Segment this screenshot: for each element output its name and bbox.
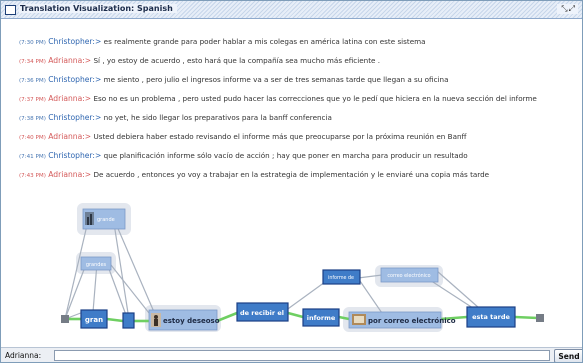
message-speaker: Christopher:> [48, 37, 102, 46]
message-time: (7:38 PM) [19, 116, 46, 122]
graph-node-por-correo[interactable]: por correo electrónico [348, 311, 456, 329]
message-text: Eso no es un problema , pero usted pudo … [93, 94, 537, 103]
message-speaker: Christopher:> [48, 151, 102, 160]
chat-message: (7:41 PM) Christopher:> que planificació… [19, 151, 468, 160]
node-label: informe [307, 314, 336, 322]
edge [108, 268, 127, 316]
chat-message: (7:37 PM) Adrianna:> Eso no es un proble… [19, 94, 537, 103]
chat-message: (7:40 PM) Adrianna:> Usted debiera haber… [19, 132, 466, 141]
node-label: por correo electrónico [368, 317, 456, 325]
grande-image-icon [85, 212, 94, 225]
chat-message: (7:43 PM) Adrianna:> De acuerdo , entonc… [19, 170, 489, 179]
edge [359, 280, 385, 317]
message-time: (7:30 PM) [19, 40, 46, 46]
message-text: es realmente grande para poder hablar a … [103, 37, 426, 46]
window-controls-icon[interactable]: ⤡⤢ [556, 4, 578, 14]
node-box [122, 312, 135, 329]
image-detail [154, 319, 158, 326]
edge [112, 216, 155, 313]
edge [112, 216, 129, 314]
graph-node-gran[interactable]: gran [80, 309, 108, 329]
graph-node-informe[interactable]: informe [302, 308, 340, 327]
graph-node-grande[interactable]: grande [82, 208, 126, 230]
graph-node-esta-tarde[interactable]: esta tarde [466, 306, 516, 328]
graph-node-de-recibir-el[interactable]: de recibir el [236, 302, 289, 322]
person-image-icon [151, 313, 161, 327]
edge [106, 317, 124, 323]
title-bar[interactable]: Translation Visualization: Spanish ⤡⤢ [1, 1, 582, 19]
translation-window: Translation Visualization: Spanish ⤡⤢ (7… [0, 0, 583, 363]
input-speaker-label: Adrianna: [5, 351, 42, 360]
message-speaker: Adrianna:> [48, 170, 92, 179]
message-time: (7:43 PM) [19, 173, 46, 179]
graph-node-grandes[interactable]: grandes [80, 256, 112, 271]
input-bar: Adrianna: Send [1, 347, 582, 362]
message-time: (7:37 PM) [19, 97, 46, 103]
node-label: de recibir el [240, 309, 284, 317]
node-label: grande [97, 217, 115, 223]
image-detail [87, 217, 89, 225]
message-time: (7:41 PM) [19, 154, 46, 160]
message-input[interactable] [54, 350, 550, 361]
edge [284, 281, 326, 312]
message-text: Usted debiera haber estado revisando el … [93, 132, 467, 141]
edge [338, 315, 350, 321]
chat-message: (7:36 PM) Christopher:> me siento , pero… [19, 75, 448, 84]
chat-message: (7:34 PM) Adrianna:> Sí , yo estoy de ac… [19, 56, 380, 65]
message-text: De acuerdo , entonces yo voy a trabajar … [93, 170, 490, 179]
image-detail [154, 315, 158, 319]
node-label: gran [85, 316, 103, 324]
message-text: no yet, he sido llegar los preparativos … [103, 113, 332, 122]
window-icon [5, 5, 16, 15]
node-label: estoy deseoso [163, 317, 220, 325]
message-time: (7:36 PM) [19, 78, 46, 84]
message-text: Sí , yo estoy de acuerdo , esto hará que… [93, 56, 381, 65]
end-node-marker [536, 314, 544, 322]
envelope-image-icon [352, 314, 366, 325]
message-time: (7:34 PM) [19, 59, 46, 65]
edge [514, 315, 539, 320]
graph-node-informe-alt[interactable]: informe de [322, 269, 361, 285]
message-speaker: Adrianna:> [48, 94, 92, 103]
node-label: correo electrónico [387, 272, 430, 279]
edge [436, 270, 480, 309]
image-detail [354, 316, 364, 323]
graph-node-estoy-deseoso[interactable]: estoy deseoso [148, 309, 220, 331]
node-label: grandes [86, 262, 107, 268]
graph-node-correo-alt[interactable]: correo electrónico [380, 267, 439, 283]
send-button[interactable]: Send [554, 349, 582, 362]
edge [357, 274, 383, 279]
graph-node-blank[interactable] [122, 312, 135, 329]
image-detail [90, 214, 92, 225]
node-label: informe de [328, 275, 354, 281]
message-speaker: Adrianna:> [48, 56, 92, 65]
start-node-marker [61, 315, 69, 323]
edge [110, 264, 150, 314]
node-label: esta tarde [472, 313, 510, 321]
message-speaker: Adrianna:> [48, 132, 92, 141]
edge [216, 311, 238, 323]
message-text: me siento , pero julio el ingresos infor… [103, 75, 449, 84]
window-title: Translation Visualization: Spanish [19, 4, 177, 13]
image-frame [85, 212, 94, 225]
chat-message: (7:30 PM) Christopher:> es realmente gra… [19, 37, 426, 46]
message-speaker: Christopher:> [48, 113, 102, 122]
edge [287, 311, 304, 319]
chat-message: (7:38 PM) Christopher:> no yet, he sido … [19, 113, 332, 122]
message-speaker: Christopher:> [48, 75, 102, 84]
message-time: (7:40 PM) [19, 135, 46, 141]
message-text: que planificación informe sólo vacío de … [103, 151, 468, 160]
